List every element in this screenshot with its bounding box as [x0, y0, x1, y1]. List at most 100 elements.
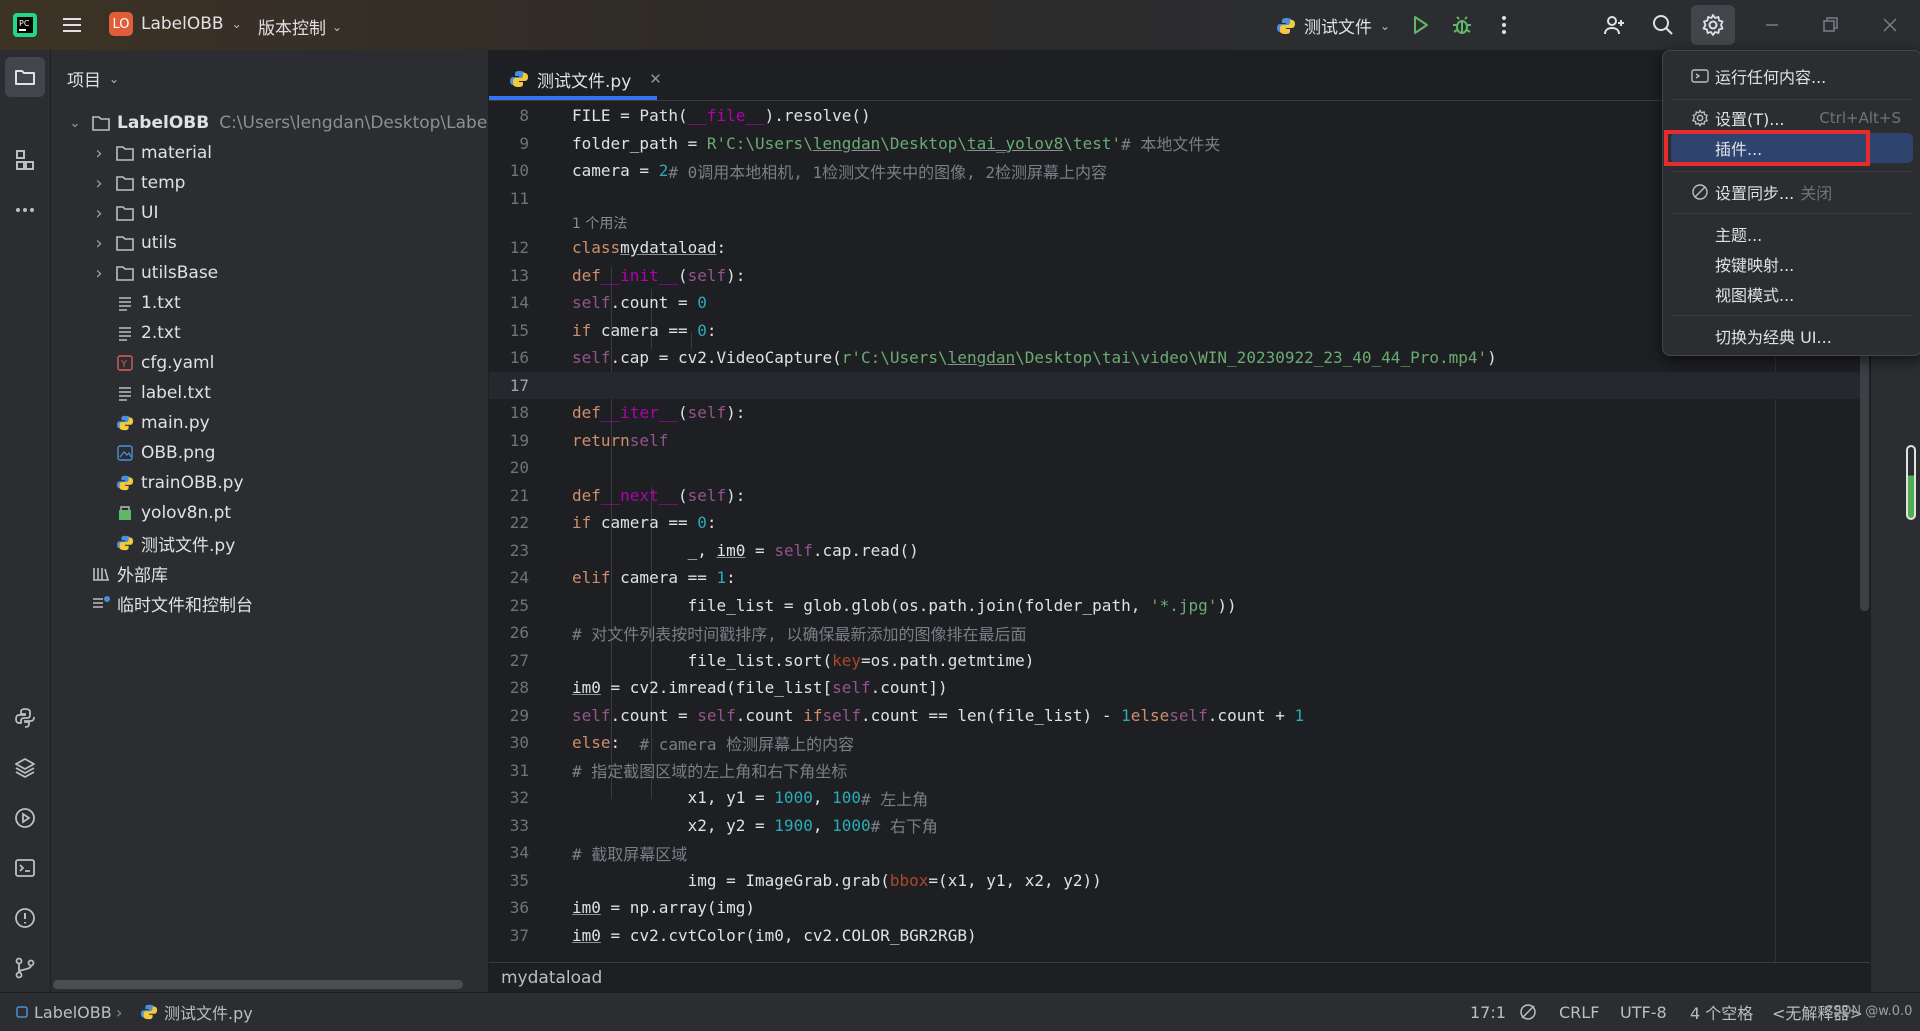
tree-folder[interactable]: › material [91, 138, 212, 168]
problems-button[interactable] [5, 898, 45, 938]
tree-file[interactable]: 1.txt [115, 288, 181, 318]
python-console-icon [15, 708, 35, 728]
tree-item-label: temp [141, 173, 186, 193]
main-menu-icon[interactable] [60, 13, 84, 37]
minimize-icon [1766, 24, 1778, 26]
debug-button[interactable] [1440, 5, 1484, 45]
tree-file[interactable]: label.txt [115, 378, 211, 408]
tree-file[interactable]: 测试文件.py [115, 528, 235, 558]
file-encoding[interactable]: UTF-8 [1620, 993, 1667, 1031]
pycharm-logo-icon[interactable]: PC [12, 12, 38, 38]
vertical-scrollbar[interactable] [1860, 346, 1869, 611]
tree-item-label: label.txt [141, 383, 211, 403]
tree-root[interactable]: ⌄ LabelOBB C:\Users\lengdan\Desktop\Labe… [67, 108, 488, 138]
breadcrumb[interactable]: mydataload [489, 962, 1881, 993]
tree-file[interactable]: Ycfg.yaml [115, 348, 214, 378]
project-switcher[interactable]: LO LabelOBB ⌄ [109, 12, 242, 36]
more-tools-button[interactable] [5, 190, 45, 230]
horizontal-scrollbar[interactable] [53, 980, 463, 989]
external-libraries[interactable]: 外部库 [91, 558, 168, 588]
code-line: 21 def __next__(self): [509, 485, 746, 505]
external-libraries-label: 外部库 [117, 565, 168, 586]
chevron-right-icon[interactable]: › [91, 173, 107, 194]
search-button[interactable] [1641, 5, 1685, 45]
chevron-down-icon: ⌄ [231, 17, 242, 31]
close-icon [1883, 18, 1897, 32]
tree-folder[interactable]: › UI [91, 198, 158, 228]
run-icon [1414, 16, 1428, 34]
tree-item-label: 1.txt [141, 293, 181, 313]
code-line: 37 im0 = cv2.cvtColor(im0, cv2.COLOR_BGR… [509, 925, 977, 945]
python-icon [510, 71, 528, 87]
tree-item-label: trainOBB.py [141, 473, 244, 493]
code-with-me-button[interactable] [1592, 5, 1636, 45]
tree-file[interactable]: trainOBB.py [115, 468, 244, 498]
more-actions-button[interactable] [1482, 5, 1526, 45]
tab-test-file[interactable]: 测试文件.py ✕ [503, 58, 668, 100]
tree-folder[interactable]: › utilsBase [91, 258, 218, 288]
status-file[interactable]: 测试文件.py [140, 993, 253, 1031]
tree-file[interactable]: 2.txt [115, 318, 181, 348]
caret-position[interactable]: 17:1 [1470, 993, 1506, 1031]
left-tool-strip [0, 50, 51, 992]
run-config-selector[interactable]: 测试文件 ⌄ [1276, 13, 1390, 38]
python-icon [115, 413, 135, 433]
chevron-right-icon[interactable]: › [91, 203, 107, 224]
scratches-icon [91, 593, 111, 613]
menu-item-keymap[interactable]: 按键映射... [1671, 249, 1913, 279]
services-button[interactable] [5, 798, 45, 838]
tree-folder[interactable]: › temp [91, 168, 185, 198]
project-panel-header[interactable]: 项目 ⌄ [67, 66, 119, 91]
git-branch-icon [15, 957, 35, 979]
python-icon [140, 1004, 158, 1020]
close-window-button[interactable] [1868, 5, 1912, 45]
run-button[interactable] [1398, 5, 1442, 45]
version-control-button[interactable] [5, 948, 45, 988]
structure-tool-button[interactable] [5, 140, 45, 180]
menu-item-classic-ui[interactable]: 切换为经典 UI... [1671, 321, 1913, 351]
menu-item-theme[interactable]: 主题... [1671, 219, 1913, 249]
menu-item-settings-sync[interactable]: 设置同步... 关闭 [1671, 177, 1913, 207]
status-project[interactable]: LabelOBB [16, 993, 112, 1031]
settings-popup-menu: 运行任何内容... 设置(T)... Ctrl+Alt+S 插件... 设置同步… [1662, 50, 1920, 356]
restore-icon [1823, 17, 1838, 32]
scratches-label: 临时文件和控制台 [117, 595, 253, 616]
chevron-right-icon[interactable]: › [91, 263, 107, 284]
tree-file[interactable]: yolov8n.pt [115, 498, 231, 528]
status-project-label: LabelOBB [34, 1002, 112, 1022]
python-packages-button[interactable] [5, 748, 45, 788]
python-icon [1277, 17, 1295, 34]
menu-item-view-mode[interactable]: 视图模式... [1671, 279, 1913, 309]
indent-setting[interactable]: 4 个空格 [1690, 993, 1753, 1031]
tree-file[interactable]: main.py [115, 408, 210, 438]
settings-button[interactable] [1691, 5, 1735, 45]
structure-icon [16, 150, 34, 170]
vcs-menu[interactable]: 版本控制 ⌄ [258, 14, 342, 39]
no-inspection-icon[interactable] [1518, 993, 1538, 1031]
folder-icon [91, 113, 111, 133]
bug-icon [1453, 16, 1471, 34]
tree-file[interactable]: OBB.png [115, 438, 215, 468]
menu-item-settings[interactable]: 设置(T)... Ctrl+Alt+S [1671, 103, 1913, 133]
line-separator[interactable]: CRLF [1559, 993, 1599, 1031]
code-line: 19 return self [509, 430, 669, 450]
tree-root-name: LabelOBB [117, 113, 210, 133]
chevron-right-icon[interactable]: › [91, 233, 107, 254]
terminal-button[interactable] [5, 848, 45, 888]
status-file-label: 测试文件.py [164, 1004, 253, 1023]
gear-icon [1689, 108, 1711, 128]
menu-item-run-anything[interactable]: 运行任何内容... [1671, 61, 1913, 91]
close-tab-icon[interactable]: ✕ [649, 70, 662, 88]
chevron-down-icon: ⌄ [69, 115, 81, 131]
chevron-right-icon[interactable]: › [91, 143, 107, 164]
scratches-and-consoles[interactable]: 临时文件和控制台 [91, 588, 253, 618]
python-console-button[interactable] [5, 698, 45, 738]
breadcrumb-item[interactable]: mydataload [501, 968, 602, 988]
tree-folder[interactable]: › utils [91, 228, 176, 258]
code-line-current: 17 [489, 371, 1869, 399]
project-tool-button[interactable] [5, 57, 45, 97]
restore-button[interactable] [1808, 5, 1852, 45]
minimize-button[interactable] [1750, 5, 1794, 45]
code-line: 25 file_list = glob.glob(os.path.join(fo… [509, 595, 1237, 615]
binary-file-icon [115, 503, 135, 523]
